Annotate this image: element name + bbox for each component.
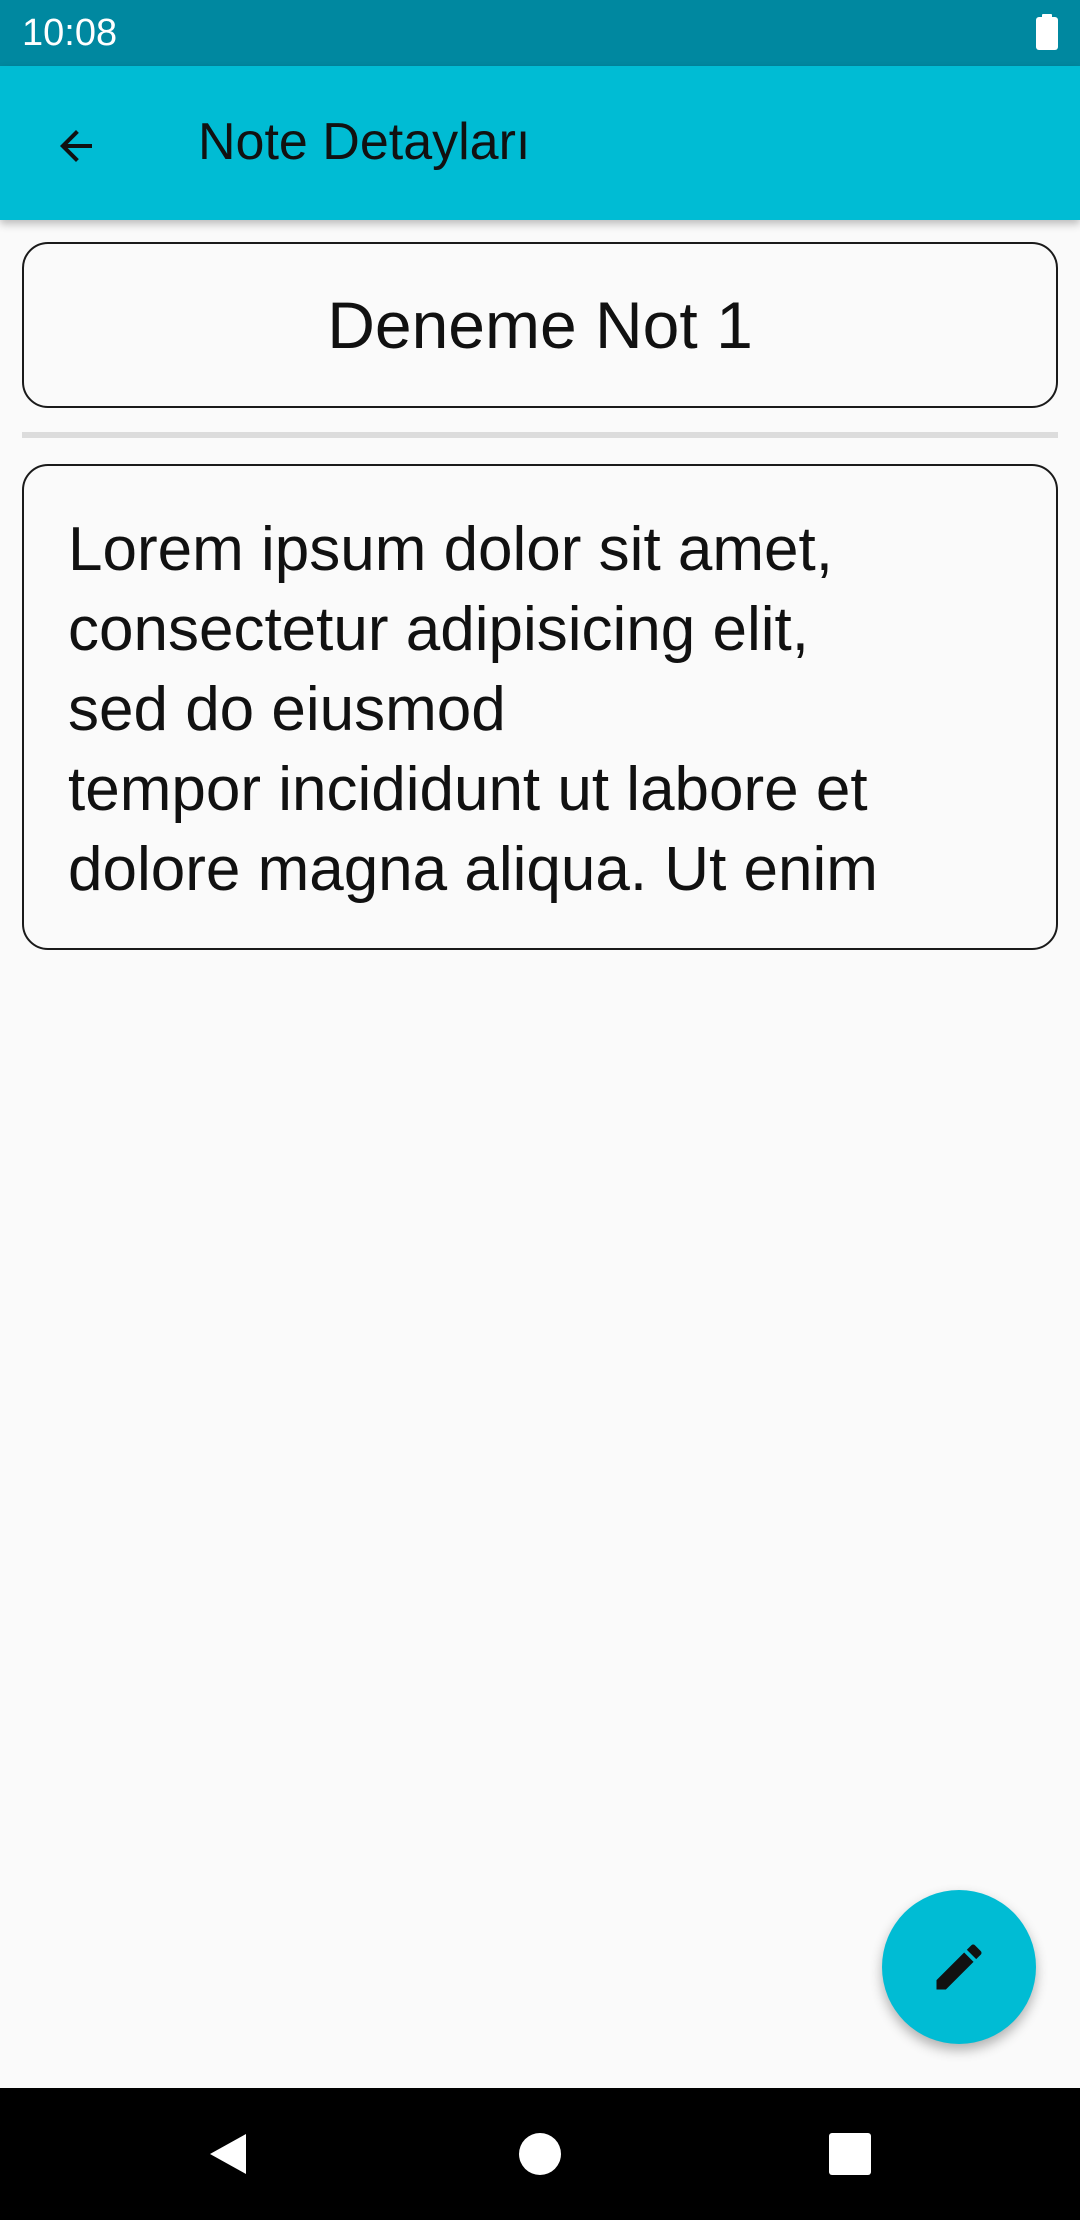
back-triangle-icon [210, 2134, 246, 2174]
arrow-back-icon [60, 130, 92, 162]
nav-back-button[interactable] [184, 2110, 272, 2198]
battery-icon [1036, 14, 1058, 50]
note-title-card[interactable]: Deneme Not 1 [22, 242, 1058, 408]
app-bar: Note Detayları [0, 66, 1080, 220]
divider [22, 432, 1058, 438]
nav-home-button[interactable] [496, 2110, 584, 2198]
home-circle-icon [519, 2133, 561, 2175]
recents-square-icon [829, 2133, 871, 2175]
note-content-card[interactable]: Lorem ipsum dolor sit amet, consectetur … [22, 464, 1058, 950]
nav-recents-button[interactable] [806, 2110, 894, 2198]
note-content: Lorem ipsum dolor sit amet, consectetur … [68, 515, 878, 904]
status-time: 10:08 [22, 12, 118, 54]
system-nav-bar [0, 2088, 1080, 2220]
note-title: Deneme Not 1 [327, 288, 753, 362]
back-button[interactable] [28, 98, 124, 194]
edit-pencil-icon [936, 1944, 982, 1990]
page-title: Note Detayları [198, 113, 531, 171]
status-bar: 10:08 [0, 0, 1080, 66]
edit-fab-button[interactable] [882, 1890, 1036, 2044]
